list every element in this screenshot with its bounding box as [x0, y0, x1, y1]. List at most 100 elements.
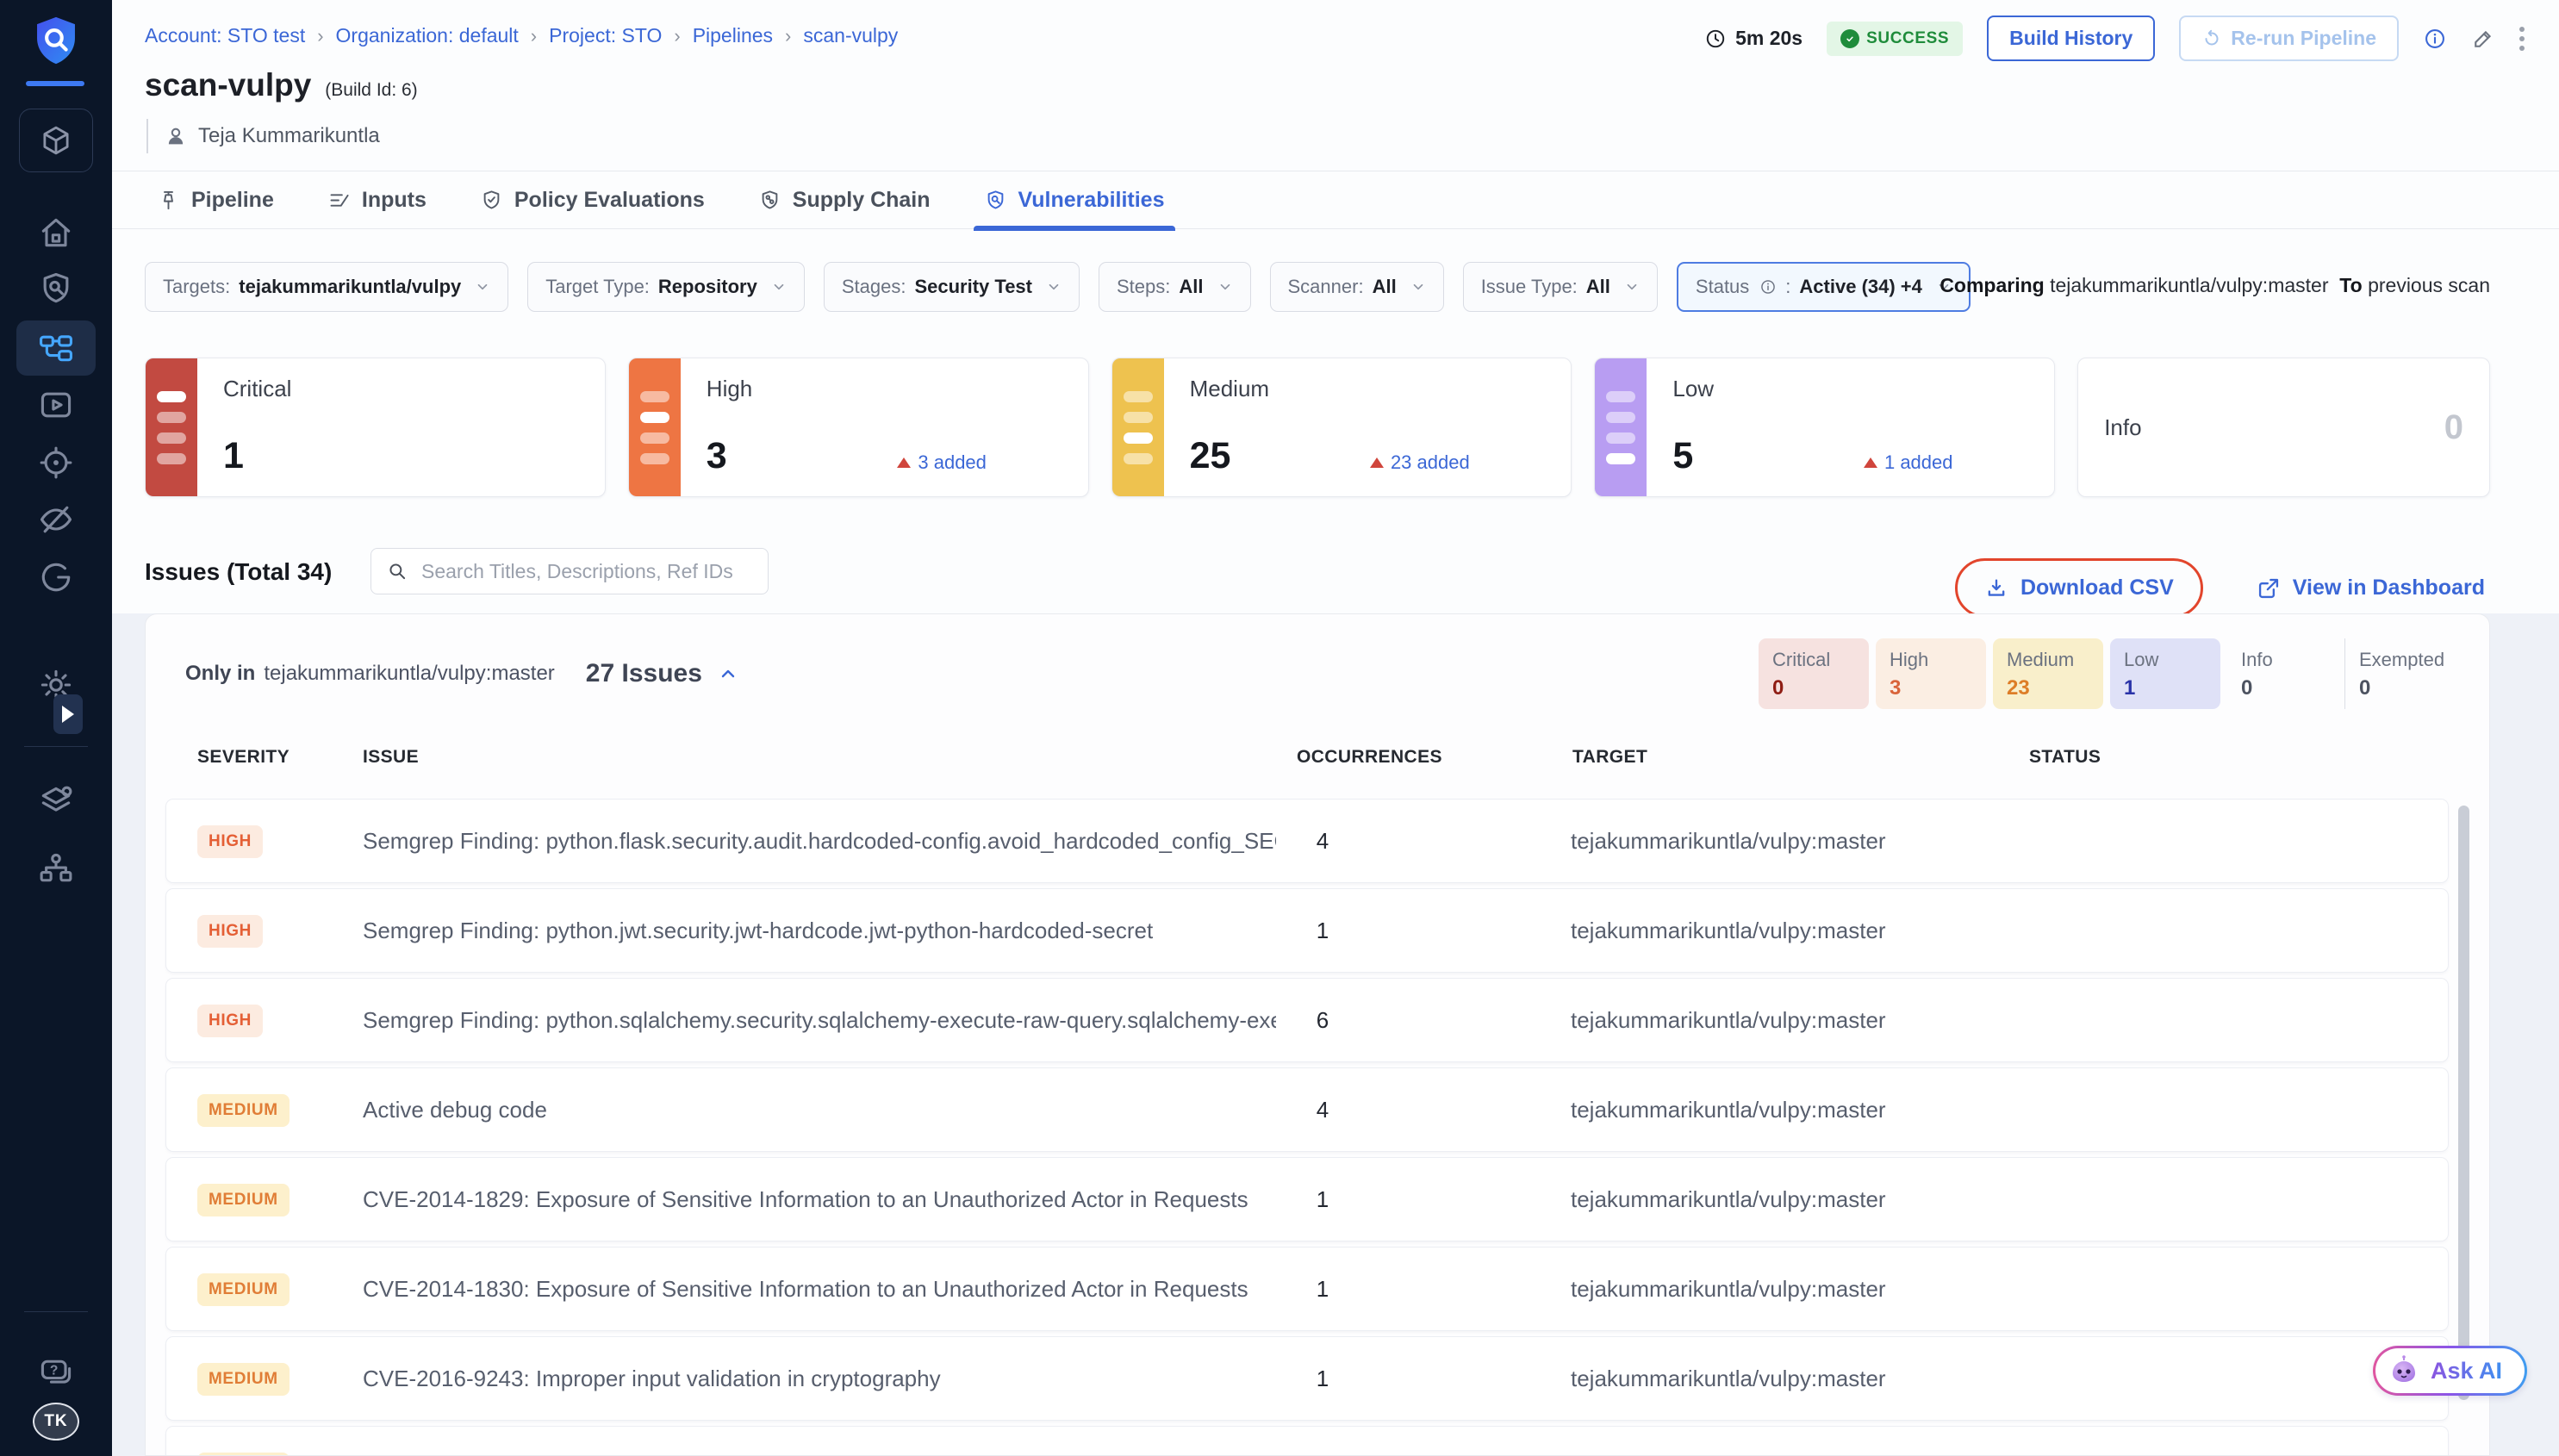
issue-target: tejakummarikuntla/vulpy:master: [1571, 1186, 1886, 1213]
issues-actions: Download CSV View in Dashboard: [1962, 562, 2485, 614]
table-row[interactable]: MEDIUM CVE-2016-9243: Improper input val…: [166, 1337, 2448, 1420]
sto-shield-logo[interactable]: [29, 14, 83, 72]
sidebar-item-overview[interactable]: [37, 558, 75, 596]
chip-high: High3: [1876, 638, 1986, 709]
col-target: TARGET: [1572, 747, 1647, 768]
search-input[interactable]: [370, 548, 769, 594]
view-in-dashboard-button[interactable]: View in Dashboard: [2257, 576, 2485, 600]
module-selector-button[interactable]: [19, 109, 93, 172]
only-in-group-header[interactable]: Only in tejakummarikuntla/vulpy:master 2…: [185, 659, 738, 688]
col-severity: SEVERITY: [197, 747, 290, 768]
issue-target: tejakummarikuntla/vulpy:master: [1571, 1366, 1886, 1392]
occurrences-count: 6: [1297, 1007, 1348, 1034]
tab-inputs[interactable]: Inputs: [327, 171, 426, 228]
high-severity-strip-icon: [629, 358, 681, 496]
person-icon: [164, 124, 188, 148]
chevron-down-icon: [1624, 279, 1640, 295]
issues-panel: Only in tejakummarikuntla/vulpy:master 2…: [145, 613, 2490, 1456]
chip-info: Info0: [2227, 638, 2338, 709]
table-row[interactable]: MEDIUM CVE-2014-1829: Exposure of Sensit…: [166, 1158, 2448, 1241]
info-icon[interactable]: [2423, 27, 2447, 51]
issues-table-body: HIGH Semgrep Finding: python.flask.secur…: [166, 800, 2448, 1456]
severity-badge: MEDIUM: [197, 1184, 290, 1216]
breadcrumb-current[interactable]: scan-vulpy: [803, 24, 898, 47]
more-options-menu-icon[interactable]: [2519, 27, 2525, 51]
filter-status[interactable]: Status : Active (34) +4: [1677, 262, 1971, 312]
table-scrollbar[interactable]: [2458, 806, 2469, 1400]
occurrences-count: 1: [1297, 1276, 1348, 1303]
shield-search-icon: [984, 189, 1007, 212]
severity-badge: HIGH: [197, 825, 263, 858]
sidebar-item-scans[interactable]: [37, 270, 75, 308]
col-occurrences: OCCURRENCES: [1297, 747, 1442, 768]
breadcrumb-account[interactable]: Account: STO test: [145, 24, 305, 47]
issue-title: Active debug code: [363, 1097, 547, 1123]
severity-badge: MEDIUM: [197, 1273, 290, 1306]
filter-issue-type[interactable]: Issue Type:All: [1463, 262, 1658, 312]
breadcrumb-separator: ›: [317, 25, 323, 47]
filter-target-type[interactable]: Target Type:Repository: [527, 262, 805, 312]
sidebar-expand-toggle[interactable]: [53, 694, 83, 734]
severity-summary-cards: Critical 1 High 3 3 added Medium 25 23 a…: [145, 358, 2490, 497]
edit-pipeline-icon[interactable]: [2471, 27, 2495, 51]
filter-steps[interactable]: Steps:All: [1099, 262, 1251, 312]
table-row[interactable]: HIGH Semgrep Finding: python.jwt.securit…: [166, 889, 2448, 972]
sidebar-item-org-structure[interactable]: [37, 849, 75, 887]
tab-supply-chain[interactable]: Supply Chain: [758, 171, 931, 228]
expand-arrow-icon: [62, 706, 74, 723]
issue-target: tejakummarikuntla/vulpy:master: [1571, 1007, 1886, 1034]
chip-low: Low1: [2110, 638, 2220, 709]
critical-card: Critical 1: [145, 358, 606, 497]
sidebar-item-project-setup[interactable]: [37, 782, 75, 820]
tab-policy-evaluations[interactable]: Policy Evaluations: [480, 171, 705, 228]
search-icon: [386, 560, 408, 582]
table-row[interactable]: HIGH Semgrep Finding: python.sqlalchemy.…: [166, 979, 2448, 1061]
issue-title: CVE-2014-1829: Exposure of Sensitive Inf…: [363, 1186, 1248, 1213]
help-chat-icon[interactable]: ?: [37, 1354, 75, 1392]
filter-targets[interactable]: Targets:tejakummarikuntla/vulpy: [145, 262, 508, 312]
issue-title: Semgrep Finding: python.jwt.security.jwt…: [363, 918, 1153, 944]
sidebar-divider: [24, 1311, 88, 1312]
refresh-icon: [2201, 28, 2222, 49]
table-row[interactable]: MEDIUM CVE-2017-11424: PyJWT vulnerable …: [166, 1427, 2448, 1456]
sidebar-item-executions[interactable]: [37, 386, 75, 424]
shield-check-icon: [480, 189, 503, 212]
filter-scanner[interactable]: Scanner:All: [1270, 262, 1444, 312]
issue-target: tejakummarikuntla/vulpy:master: [1571, 828, 1886, 855]
breadcrumb-project[interactable]: Project: STO: [549, 24, 662, 47]
sidebar-item-exemptions[interactable]: [37, 501, 75, 538]
rerun-pipeline-button[interactable]: Re-run Pipeline: [2179, 16, 2399, 61]
tab-vulnerabilities[interactable]: Vulnerabilities: [984, 171, 1165, 228]
added-indicator: 3 added: [897, 451, 987, 474]
breadcrumb-separator: ›: [785, 25, 791, 47]
table-row[interactable]: HIGH Semgrep Finding: python.flask.secur…: [166, 800, 2448, 882]
severity-badge: HIGH: [197, 915, 263, 948]
low-severity-strip-icon: [1595, 358, 1647, 496]
added-indicator: 1 added: [1864, 451, 1953, 474]
issue-title: CVE-2014-1830: Exposure of Sensitive Inf…: [363, 1276, 1248, 1303]
table-row[interactable]: MEDIUM CVE-2014-1830: Exposure of Sensit…: [166, 1248, 2448, 1330]
issue-target: tejakummarikuntla/vulpy:master: [1571, 1097, 1886, 1123]
table-row[interactable]: MEDIUM Active debug code 4 tejakummariku…: [166, 1068, 2448, 1151]
severity-badge: MEDIUM: [197, 1363, 290, 1396]
shield-chain-icon: [758, 189, 781, 212]
external-link-icon: [2257, 576, 2281, 600]
build-history-button[interactable]: Build History: [1987, 16, 2155, 61]
issues-search: [370, 548, 769, 594]
user-avatar[interactable]: TK: [33, 1403, 79, 1440]
build-duration: 5m 20s: [1704, 27, 1803, 50]
filter-stages[interactable]: Stages:Security Test: [824, 262, 1080, 312]
ask-ai-button[interactable]: Ask AI: [2373, 1346, 2527, 1396]
breadcrumb-org[interactable]: Organization: default: [336, 24, 519, 47]
tab-pipeline[interactable]: Pipeline: [157, 171, 274, 228]
breadcrumb-pipelines[interactable]: Pipelines: [693, 24, 773, 47]
chevron-down-icon: [1410, 279, 1426, 295]
download-csv-button[interactable]: Download CSV: [1984, 576, 2174, 600]
added-indicator: 23 added: [1370, 451, 1470, 474]
sidebar-item-pipelines-active[interactable]: [16, 320, 96, 376]
medium-severity-strip-icon: [1112, 358, 1164, 496]
occurrences-count: 1: [1297, 1186, 1348, 1213]
sidebar-item-targets[interactable]: [37, 444, 75, 482]
sidebar-item-home[interactable]: [37, 214, 75, 252]
check-circle-icon: [1840, 29, 1859, 48]
